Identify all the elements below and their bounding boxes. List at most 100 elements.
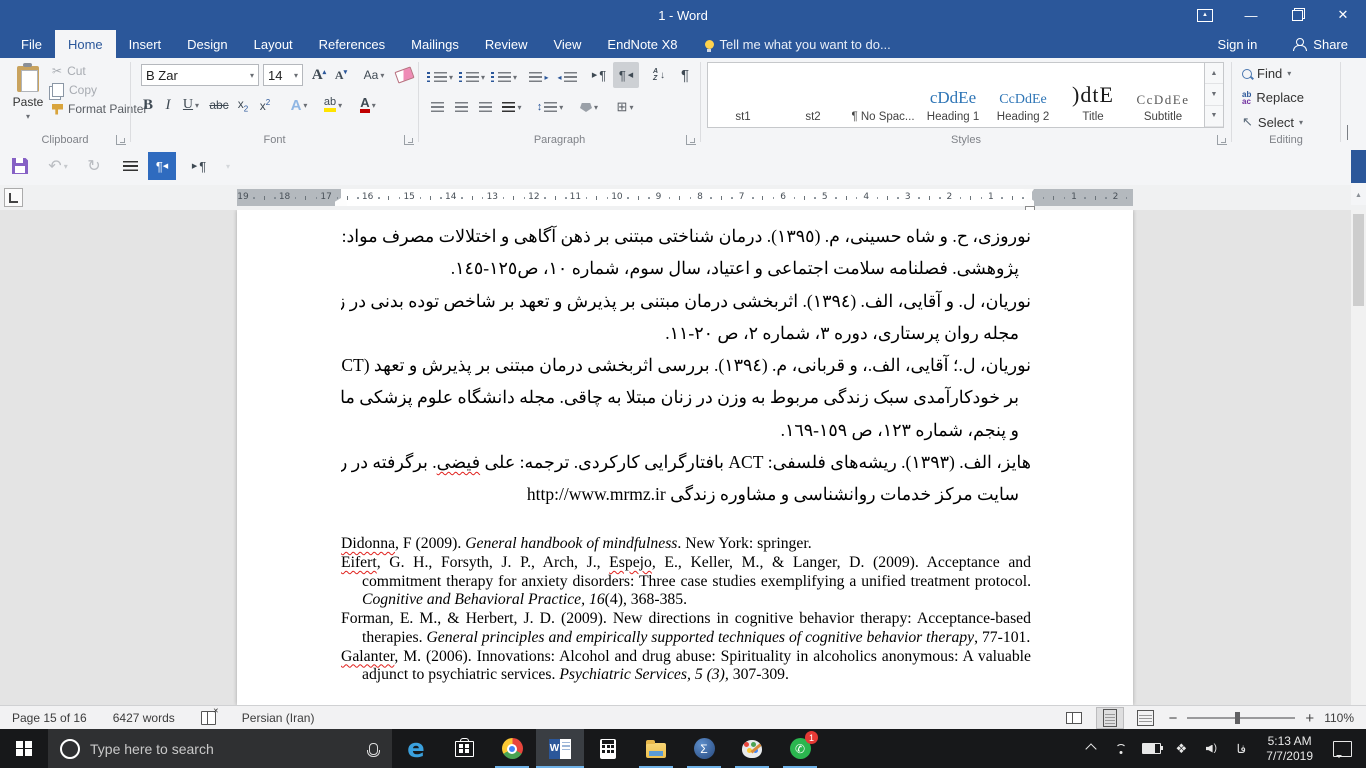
style-heading-1[interactable]: cDdEeHeading 1 <box>918 63 988 127</box>
dropbox-button[interactable]: ❖ <box>1168 729 1194 768</box>
ribbon-tab-references[interactable]: References <box>306 30 398 58</box>
taskbar-whatsapp[interactable]: ✆1 <box>776 729 824 768</box>
start-button[interactable] <box>0 729 48 768</box>
grow-font-button[interactable]: A <box>309 64 329 86</box>
line-spacing-button[interactable]: ↕▾ <box>535 96 565 118</box>
language-button[interactable]: فا <box>1228 729 1254 768</box>
style-title[interactable]: )dtETitle <box>1058 63 1128 127</box>
undo-button[interactable]: ↶▾ <box>44 154 72 178</box>
ribbon-tab-insert[interactable]: Insert <box>116 30 175 58</box>
sort-button[interactable]: AZ↓ <box>647 64 671 86</box>
ribbon-tab-endnote-x8[interactable]: EndNote X8 <box>594 30 690 58</box>
subscript-button[interactable]: x2 <box>233 94 253 116</box>
ribbon-display-options-button[interactable]: ▲ <box>1182 0 1228 30</box>
borders-button[interactable]: ⊞▾ <box>611 96 639 118</box>
strikethrough-button[interactable]: abc <box>207 94 231 116</box>
scroll-up-button[interactable]: ▲ <box>1351 185 1366 205</box>
read-mode-button[interactable] <box>1061 708 1087 728</box>
styles-gallery-expand-button[interactable]: ▼ <box>1205 106 1223 127</box>
battery-button[interactable] <box>1138 729 1164 768</box>
align-left-button[interactable] <box>427 96 447 118</box>
save-button[interactable] <box>8 154 32 178</box>
font-name-dropdown-arrow[interactable]: ▾ <box>250 71 254 80</box>
persian-reference-line[interactable]: بر خودکارآمدی سبک زندگی مربوط به وزن در … <box>341 381 1031 413</box>
increase-indent-button[interactable]: ◂ <box>555 66 579 88</box>
vertical-scrollbar[interactable] <box>1351 210 1366 705</box>
web-layout-button[interactable] <box>1133 708 1159 728</box>
highlight-button[interactable]: ab▾ <box>317 94 349 116</box>
show-marks-button[interactable]: ¶ <box>675 64 695 86</box>
language-indicator[interactable]: Persian (Iran) <box>242 711 315 725</box>
zoom-in-button[interactable]: + <box>1305 710 1314 727</box>
redo-button[interactable]: ↻ <box>82 154 106 178</box>
hidden-icons-button[interactable] <box>1078 729 1104 768</box>
justify-button[interactable]: ▾ <box>499 96 525 118</box>
english-reference[interactable]: Forman, E. M., & Herbert, J. D. (2009). … <box>341 610 1031 648</box>
persian-reference-line[interactable]: و پنجم، شماره ١٢٣، ص ١٥٩-١٦٩. <box>341 414 1031 446</box>
ribbon-tab-review[interactable]: Review <box>472 30 541 58</box>
proofing-errors-icon[interactable] <box>201 711 216 725</box>
ltr-direction-button[interactable]: ▶¶ <box>587 64 611 86</box>
clipboard-dialog-launcher[interactable] <box>116 135 126 145</box>
styles-scroll-up-button[interactable]: ▲ <box>1205 63 1223 84</box>
numbering-button[interactable]: ▾ <box>459 66 485 88</box>
clock[interactable]: 5:13 AM 7/7/2019 <box>1258 734 1321 764</box>
taskbar-search[interactable]: Type here to search <box>48 729 392 768</box>
bullets-button[interactable]: ▾ <box>427 66 453 88</box>
rtl-paragraph-toggle[interactable]: ¶◀ <box>148 152 176 180</box>
english-reference[interactable]: Eifert, G. H., Forsyth, J. P., Arch, J.,… <box>341 554 1031 610</box>
microphone-icon[interactable] <box>369 743 378 755</box>
close-button[interactable]: ✕ <box>1320 0 1366 30</box>
style-subtitle[interactable]: CcDdEeSubtitle <box>1128 63 1198 127</box>
document-page[interactable]: نوروزی، ح. و شاه حسینی، م. (١٣٩٥). درمان… <box>237 210 1133 705</box>
style-st1[interactable]: st1 <box>708 63 778 127</box>
paragraph-dialog-launcher[interactable] <box>686 135 696 145</box>
zoom-out-button[interactable]: − <box>1169 710 1178 727</box>
collapse-ribbon-button[interactable] <box>1347 126 1348 140</box>
word-count[interactable]: 6427 words <box>113 711 175 725</box>
network-button[interactable] <box>1108 729 1134 768</box>
styles-dialog-launcher[interactable] <box>1217 135 1227 145</box>
select-button[interactable]: ↖Select▾ <box>1242 114 1303 130</box>
persian-reference-line[interactable]: هایز، الف. (١٣٩٣). ریشه‌های فلسفی: ACT ب… <box>341 446 1031 478</box>
taskbar-store[interactable] <box>440 729 488 768</box>
font-size-dropdown-arrow[interactable]: ▾ <box>294 71 298 80</box>
share-button[interactable]: Share <box>1275 37 1366 52</box>
justify-quick-button[interactable] <box>118 154 142 178</box>
taskbar-chrome[interactable] <box>488 729 536 768</box>
english-reference[interactable]: Galanter, M. (2006). Innovations: Alcoho… <box>341 648 1031 686</box>
persian-reference-line[interactable]: سایت مرکز خدمات روانشناسی و مشاوره زندگی… <box>341 478 1031 510</box>
ribbon-tab-mailings[interactable]: Mailings <box>398 30 472 58</box>
zoom-slider-handle[interactable] <box>1235 712 1240 724</box>
multilevel-list-button[interactable]: ▾ <box>491 66 517 88</box>
zoom-level[interactable]: 110% <box>1324 711 1354 725</box>
clear-formatting-button[interactable] <box>393 64 415 86</box>
shading-button[interactable]: ▾ <box>575 96 603 118</box>
taskbar-edge[interactable]: e <box>392 729 440 768</box>
persian-reference-line[interactable]: نوروزی، ح. و شاه حسینی، م. (١٣٩٥). درمان… <box>341 220 1031 252</box>
zoom-slider[interactable] <box>1187 717 1295 719</box>
persian-reference-line[interactable]: نوریان، ل.؛ آقایی، الف.، و قربانی، م. (١… <box>341 349 1031 381</box>
rtl-direction-button[interactable]: ¶◀ <box>613 62 639 88</box>
font-color-button[interactable]: A▾ <box>353 94 383 116</box>
volume-button[interactable]: ) <box>1198 729 1224 768</box>
bold-button[interactable]: B <box>139 94 157 116</box>
paste-dropdown-arrow[interactable]: ▾ <box>26 112 30 121</box>
taskbar-spss[interactable]: Σ <box>680 729 728 768</box>
align-center-button[interactable] <box>451 96 471 118</box>
change-case-button[interactable]: Aa▾ <box>359 64 389 86</box>
page-indicator[interactable]: Page 15 of 16 <box>12 711 87 725</box>
restore-button[interactable] <box>1274 0 1320 30</box>
find-button[interactable]: Find▾ <box>1242 66 1291 81</box>
taskbar-file-explorer[interactable] <box>632 729 680 768</box>
replace-button[interactable]: abacReplace <box>1242 90 1304 105</box>
tab-stop-selector[interactable] <box>4 188 23 207</box>
scrollbar-thumb[interactable] <box>1353 214 1364 306</box>
tell-me-box[interactable]: Tell me what you want to do... <box>705 30 891 58</box>
underline-button[interactable]: U▾ <box>179 94 203 116</box>
paste-button[interactable]: Paste ▾ <box>6 62 50 134</box>
ribbon-tab-file[interactable]: File <box>8 30 55 58</box>
taskbar-paint[interactable] <box>728 729 776 768</box>
italic-button[interactable]: I <box>159 94 177 116</box>
font-name-combo[interactable]: B Zar▾ <box>141 64 259 86</box>
